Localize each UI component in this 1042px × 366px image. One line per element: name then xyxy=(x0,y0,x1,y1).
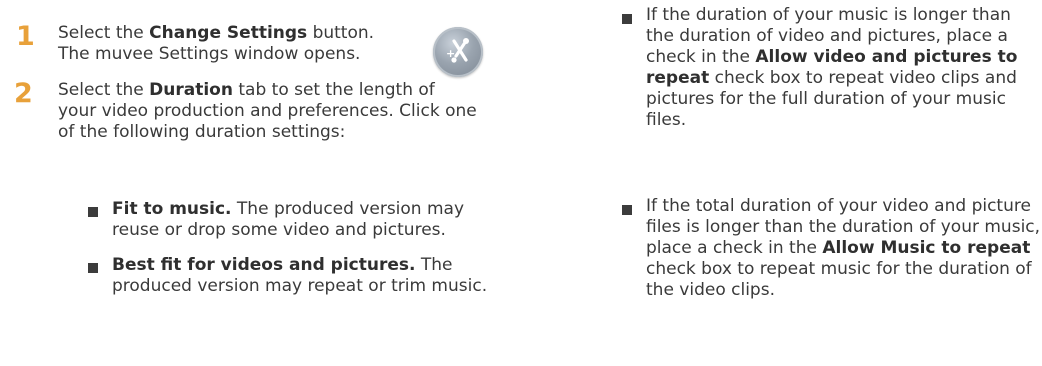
settings-tools-glyph: + xyxy=(446,38,469,63)
bullet-marker xyxy=(88,207,98,217)
step-1-line2: The muvee Settings window opens. xyxy=(58,44,361,64)
change-settings-icon: + xyxy=(433,27,483,77)
bullet-bold: Best fit for videos and pictures. xyxy=(112,255,416,275)
change-settings-label: Change Settings xyxy=(149,23,308,43)
duration-label: Duration xyxy=(149,80,233,100)
step-2-text: Select the Duration tab to set the lengt… xyxy=(58,80,478,143)
bullet-bold: Fit to music. xyxy=(112,199,232,219)
bullet-marker xyxy=(622,205,632,215)
bullet-marker xyxy=(88,263,98,273)
step-1-text: Select the Change Settings button. The m… xyxy=(58,23,418,65)
step-1-prefix: Select the xyxy=(58,23,150,43)
bullet-post: check box to repeat music for the durati… xyxy=(646,259,1032,300)
bullet-fit-to-music: Fit to music. The produced version may r… xyxy=(112,199,507,241)
step-number-2: 2 xyxy=(14,78,33,109)
allow-music-repeat-label: Allow Music to repeat xyxy=(822,238,1031,258)
bullet-marker xyxy=(622,14,632,24)
bullet-allow-video-repeat: If the duration of your music is longer … xyxy=(646,5,1041,131)
step-number-1: 1 xyxy=(16,21,35,52)
bullet-best-fit: Best fit for videos and pictures. The pr… xyxy=(112,255,507,297)
step-1-suffix: button. xyxy=(307,23,375,43)
step-2-prefix: Select the xyxy=(58,80,150,100)
bullet-allow-music-repeat: If the total duration of your video and … xyxy=(646,196,1041,301)
